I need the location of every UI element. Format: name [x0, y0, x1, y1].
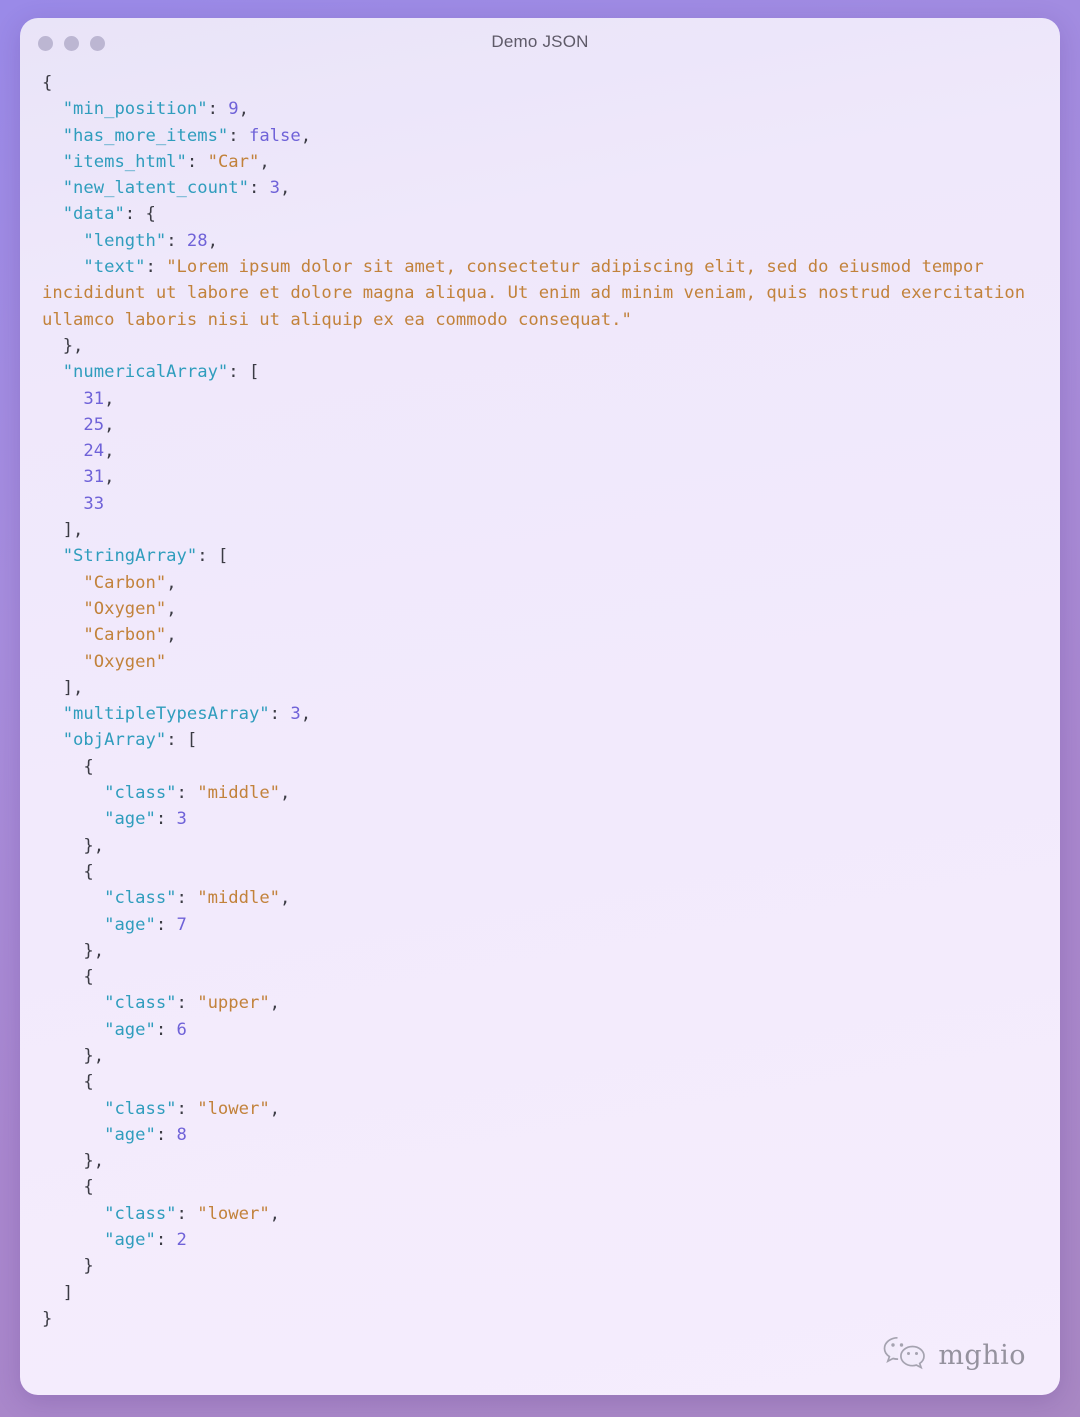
code-line: "StringArray": [ — [62, 546, 229, 567]
code-line: 33 — [83, 493, 105, 514]
code-line: "Oxygen" — [83, 651, 167, 672]
json-code-content: { "min_position": 9, "has_more_items": f… — [42, 70, 1036, 1332]
code-line: "age": 3 — [104, 809, 187, 830]
code-line: "class": "middle", — [104, 783, 291, 804]
code-line: "Carbon", — [83, 625, 177, 646]
code-line: { — [83, 756, 94, 777]
watermark-label: mghio — [938, 1339, 1026, 1371]
code-line: "class": "lower", — [104, 1203, 281, 1224]
code-line: "Oxygen", — [83, 598, 177, 619]
code-line: "age": 6 — [104, 1019, 187, 1040]
code-line: "class": "upper", — [104, 993, 281, 1014]
code-line: 31, — [83, 467, 115, 488]
code-line: ], — [62, 520, 84, 541]
window-titlebar: Demo JSON — [20, 18, 1060, 70]
code-line: }, — [83, 1151, 105, 1172]
json-text-value: "Lorem ipsum dolor sit amet, consectetur… — [42, 257, 1036, 330]
code-line: "new_latent_count": 3, — [62, 178, 291, 199]
code-line: { — [83, 861, 94, 882]
code-line: "data": { — [62, 204, 156, 225]
code-line: { — [83, 1072, 94, 1093]
code-line: "length": 28, — [83, 230, 218, 251]
code-line: "age": 2 — [104, 1230, 187, 1251]
code-line: { — [83, 967, 94, 988]
code-line: "class": "lower", — [104, 1098, 281, 1119]
code-line: }, — [83, 835, 105, 856]
json-code-block[interactable]: { "min_position": 9, "has_more_items": f… — [20, 70, 1060, 1332]
code-line: }, — [83, 1045, 105, 1066]
code-line: "Carbon", — [83, 572, 177, 593]
code-line: "class": "middle", — [104, 888, 291, 909]
code-line: } — [83, 1256, 94, 1277]
window-title: Demo JSON — [491, 32, 589, 51]
code-line-text: "text": "Lorem ipsum dolor sit amet, con… — [42, 257, 1036, 330]
code-line: "has_more_items": false, — [62, 125, 312, 146]
code-line: 24, — [83, 441, 115, 462]
code-line: ] — [62, 1282, 74, 1303]
wechat-icon — [882, 1335, 928, 1375]
code-line: }, — [83, 940, 105, 961]
watermark: mghio — [882, 1335, 1026, 1375]
code-line: "items_html": "Car", — [62, 151, 270, 172]
code-line: "age": 8 — [104, 1124, 187, 1145]
code-line: "age": 7 — [104, 914, 187, 935]
code-line: }, — [62, 335, 84, 356]
code-line: ], — [62, 677, 84, 698]
code-line: 31, — [83, 388, 115, 409]
code-line: "min_position": 9, — [62, 99, 249, 120]
code-line: 25, — [83, 414, 115, 435]
code-line: "numericalArray": [ — [62, 362, 260, 383]
code-line: { — [42, 73, 53, 93]
code-line: "objArray": [ — [62, 730, 198, 751]
page-root: Demo JSON { "min_position": 9, "has_more… — [0, 0, 1080, 1417]
json-viewer-window: Demo JSON { "min_position": 9, "has_more… — [20, 18, 1060, 1395]
code-line: { — [83, 1177, 94, 1198]
code-line: } — [42, 1308, 53, 1329]
code-line: "multipleTypesArray": 3, — [62, 704, 312, 725]
